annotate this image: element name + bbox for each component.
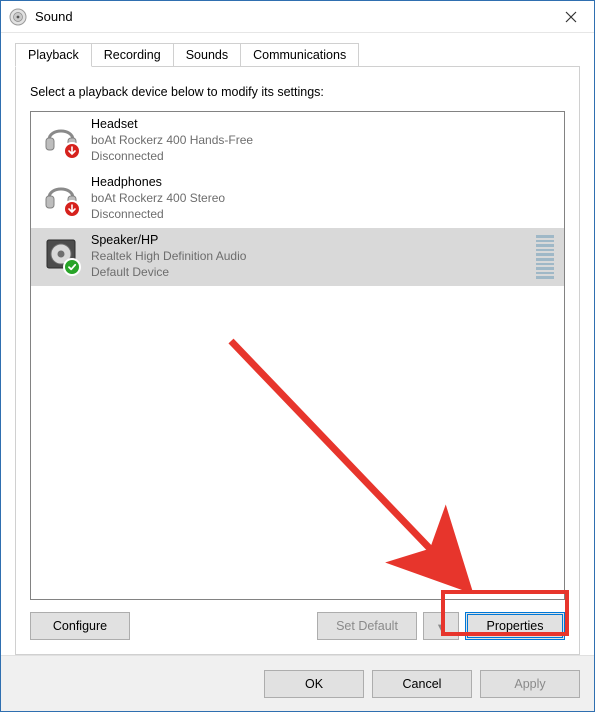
device-row[interactable]: HeadsetboAt Rockerz 400 Hands-FreeDiscon… (31, 112, 564, 170)
dialog-footer: OK Cancel Apply (1, 655, 594, 711)
headset-icon (37, 116, 85, 158)
device-status: Default Device (91, 264, 536, 280)
cancel-button[interactable]: Cancel (372, 670, 472, 698)
tabs-row: PlaybackRecordingSoundsCommunications (15, 43, 580, 66)
device-text: HeadphonesboAt Rockerz 400 StereoDisconn… (85, 174, 558, 222)
tab-panel-playback: Select a playback device below to modify… (15, 66, 580, 655)
apply-button[interactable]: Apply (480, 670, 580, 698)
device-text: HeadsetboAt Rockerz 400 Hands-FreeDiscon… (85, 116, 558, 164)
sound-dialog: Sound PlaybackRecordingSoundsCommunicati… (0, 0, 595, 712)
device-name: Headphones (91, 174, 558, 190)
disconnected-badge-icon (63, 200, 81, 218)
device-description: boAt Rockerz 400 Stereo (91, 190, 558, 206)
tab-communications[interactable]: Communications (240, 43, 359, 66)
headset-icon (37, 174, 85, 216)
level-meter (536, 235, 554, 279)
instruction-text: Select a playback device below to modify… (30, 85, 565, 99)
configure-button[interactable]: Configure (30, 612, 130, 640)
properties-button[interactable]: Properties (465, 612, 565, 640)
ok-button[interactable]: OK (264, 670, 364, 698)
device-text: Speaker/HPRealtek High Definition AudioD… (85, 232, 536, 280)
dialog-body: PlaybackRecordingSoundsCommunications Se… (1, 33, 594, 655)
device-row[interactable]: HeadphonesboAt Rockerz 400 StereoDisconn… (31, 170, 564, 228)
tab-playback[interactable]: Playback (15, 43, 92, 67)
titlebar[interactable]: Sound (1, 1, 594, 33)
sound-app-icon (9, 8, 27, 26)
set-default-button[interactable]: Set Default (317, 612, 417, 640)
window-title: Sound (35, 9, 548, 24)
default-check-badge-icon (63, 258, 81, 276)
set-default-dropdown[interactable]: ▾ (423, 612, 459, 640)
tab-recording[interactable]: Recording (91, 43, 174, 66)
device-status: Disconnected (91, 148, 558, 164)
device-name: Speaker/HP (91, 232, 536, 248)
close-button[interactable] (548, 1, 594, 33)
device-row[interactable]: Speaker/HPRealtek High Definition AudioD… (31, 228, 564, 286)
tab-sounds[interactable]: Sounds (173, 43, 241, 66)
disconnected-badge-icon (63, 142, 81, 160)
playback-device-list[interactable]: HeadsetboAt Rockerz 400 Hands-FreeDiscon… (30, 111, 565, 600)
speaker-icon (37, 232, 85, 274)
device-description: Realtek High Definition Audio (91, 248, 536, 264)
device-description: boAt Rockerz 400 Hands-Free (91, 132, 558, 148)
tab-bottom-row: Configure Set Default ▾ Properties (30, 612, 565, 640)
device-name: Headset (91, 116, 558, 132)
device-status: Disconnected (91, 206, 558, 222)
